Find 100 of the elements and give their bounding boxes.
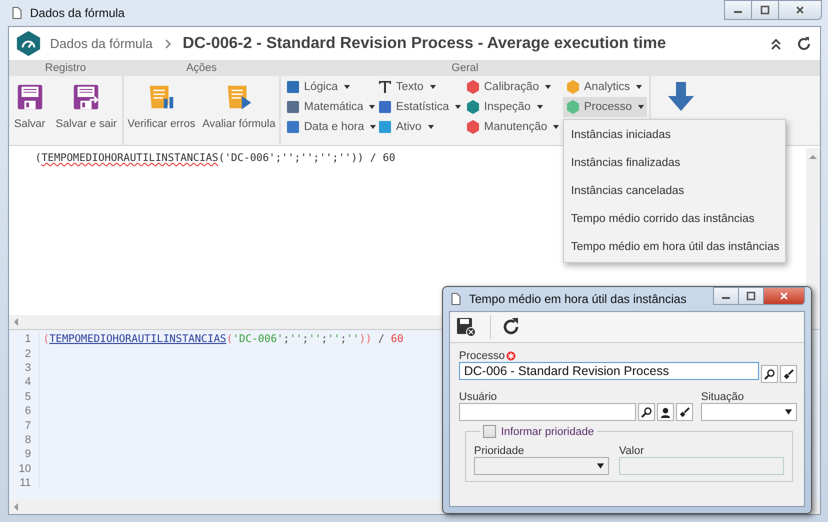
maximize-icon [746,291,756,301]
field-label: Situação [701,390,744,402]
clear-button[interactable] [676,403,693,421]
caret-icon [553,125,560,129]
square-icon [286,120,300,134]
field-label: Valor [619,444,644,456]
breadcrumb-link[interactable]: Dados da fórmula [50,36,153,51]
field-label: Prioridade [474,444,524,456]
save-exit-icon [71,82,102,112]
dialog-title: Tempo médio em hora útil das instâncias [469,292,686,306]
square-icon [286,80,300,94]
dropdown-arrow-icon [785,409,792,415]
hexagon-icon [566,80,580,94]
square-icon [378,100,392,114]
line-number: 9 [9,447,40,462]
menu-item[interactable]: Instâncias iniciadas [564,121,786,149]
save-close-icon[interactable] [456,317,476,337]
priority-checkbox[interactable] [483,425,496,438]
field-label: Usuário [459,390,497,402]
dropdown-arrow-icon [597,463,604,469]
process-field[interactable]: DC-006 - Standard Revision Process [459,362,759,380]
hexagon-icon [566,100,580,114]
ribbon-menu-button[interactable]: Texto [375,77,438,97]
caret-icon [536,105,543,109]
caret-icon [370,125,376,129]
search-button[interactable] [638,403,655,421]
line-number: 8 [9,432,40,448]
menu-item[interactable]: Tempo médio corrido das instâncias [564,205,786,233]
document-icon [12,7,22,19]
ribbon-menu-button[interactable]: Calibração [463,77,554,97]
ribbon-menu-button[interactable]: Manutenção [463,117,562,137]
ribbon-menu-button[interactable]: Inspeção [463,97,546,117]
line-number: 10 [9,462,40,476]
group-label: Geral [452,62,478,74]
maximize-icon [760,5,770,15]
brush-icon [783,368,794,380]
search-icon [641,406,652,418]
caret-icon [428,125,434,129]
checkbox-label: Informar prioridade [501,426,594,438]
group-label: Ações [186,62,217,74]
refresh-icon[interactable] [501,317,521,337]
menu-item[interactable]: Instâncias finalizadas [564,149,786,177]
down-arrow-icon[interactable] [667,82,695,112]
hexagon-icon [466,100,480,114]
formula-text: (TEMPOMEDIOHORAUTILINSTANCIAS('DC-006';'';'';'';'')) / 60 [35,152,396,164]
menu-item[interactable]: Tempo médio em hora útil das instâncias [564,233,786,261]
search-button[interactable] [761,365,778,383]
document-icon [451,293,461,305]
maximize-button[interactable] [738,287,764,305]
ribbon-button[interactable]: Salvar [13,80,46,132]
line-number: 5 [9,390,40,404]
caret-icon [638,105,644,109]
caret-icon [544,85,551,89]
line-number: 1 [9,332,40,346]
caret-icon [369,105,376,109]
line-number: 4 [9,375,40,390]
group-label: Registro [45,62,86,74]
close-button[interactable] [763,287,805,305]
ribbon-menu-button[interactable]: Analytics [563,77,646,97]
brush-icon [679,406,690,418]
minimize-button[interactable] [713,287,739,305]
line-number: 7 [9,418,40,433]
close-icon [779,291,789,301]
user-button[interactable] [657,403,674,421]
ribbon-menu-button[interactable]: Lógica [283,77,353,97]
user-field[interactable] [459,403,636,421]
ribbon-button[interactable]: Salvar e sair [54,80,118,132]
ribbon-button[interactable]: Avaliar fórmula [201,80,276,132]
hexagon-icon [466,120,480,134]
line-number: 11 [9,476,40,490]
search-icon [764,368,775,380]
collapse-icon[interactable] [770,38,782,50]
maximize-button[interactable] [751,0,779,20]
line-number: 2 [9,346,40,361]
page-title: DC-006-2 - Standard Revision Process - Average execution time [182,34,666,52]
field-label: Processo [459,350,505,362]
caret-icon [636,85,642,89]
ribbon-button[interactable]: Verificar erros [126,80,196,132]
ribbon-menu-button[interactable]: Processo [563,97,647,117]
line-number: 3 [9,360,40,376]
minimize-button[interactable] [724,0,752,20]
hexagon-icon [466,80,480,94]
window-title: Dados da fórmula [30,6,125,20]
code-line: (TEMPOMEDIOHORAUTILINSTANCIAS('DC-006';'';'';'';'')) / 60 [42,333,404,346]
clear-button[interactable] [780,365,797,383]
caret-icon [344,85,350,89]
caret-icon [455,105,462,109]
menu-item[interactable]: Instâncias canceladas [564,177,786,205]
caret-icon [430,85,436,89]
text-icon [378,80,392,94]
logo-icon [15,30,42,57]
user-icon [660,406,671,418]
vertical-scrollbar[interactable] [806,148,820,315]
close-button[interactable] [778,0,822,20]
square-icon [378,120,392,134]
close-icon [795,5,805,15]
refresh-icon[interactable] [796,36,812,52]
chevron-icon [164,38,171,48]
square-icon [286,100,300,114]
line-number: 6 [9,404,40,418]
